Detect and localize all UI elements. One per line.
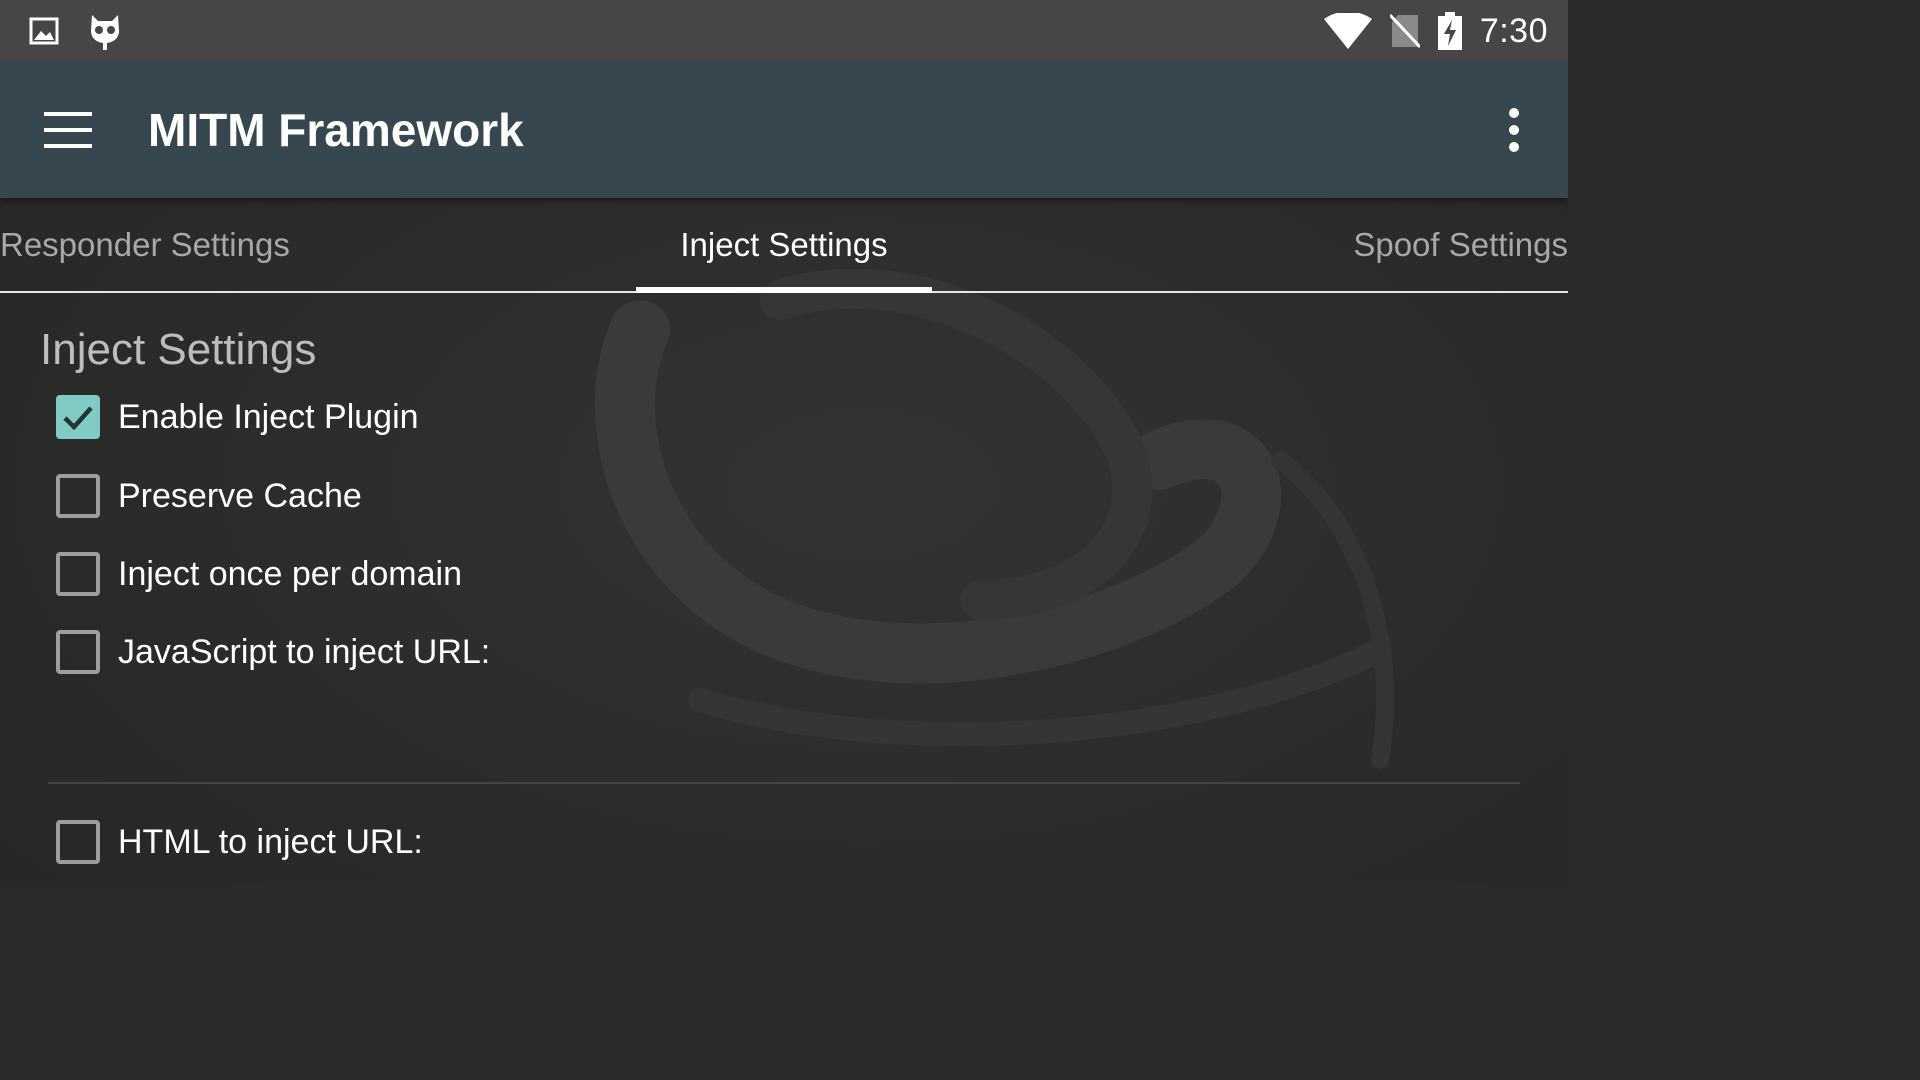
status-right: 7:30 bbox=[1306, 12, 1548, 51]
app-bar: MITM Framework bbox=[0, 62, 1568, 198]
cyanogen-mascot-icon bbox=[88, 11, 122, 51]
menu-bar bbox=[44, 128, 92, 132]
pref-label: Preserve Cache bbox=[118, 476, 362, 515]
pref-javascript-inject-url[interactable]: JavaScript to inject URL: bbox=[56, 630, 490, 674]
checkbox-unchecked[interactable] bbox=[56, 630, 100, 674]
overflow-dot bbox=[1509, 142, 1519, 152]
status-left bbox=[28, 11, 150, 51]
pref-label: Inject once per domain bbox=[118, 554, 462, 593]
pref-inject-once-per-domain[interactable]: Inject once per domain bbox=[56, 552, 462, 596]
checkbox-unchecked[interactable] bbox=[56, 474, 100, 518]
checkbox-unchecked[interactable] bbox=[56, 552, 100, 596]
pref-label: JavaScript to inject URL: bbox=[118, 632, 491, 671]
wifi-icon bbox=[1323, 13, 1372, 49]
pref-label: HTML to inject URL: bbox=[118, 822, 423, 861]
hamburger-menu-icon[interactable] bbox=[44, 112, 92, 148]
battery-charging-icon bbox=[1437, 12, 1462, 50]
tab-bar: Responder Settings Inject Settings Spoof… bbox=[0, 198, 1568, 293]
checkbox-checked[interactable] bbox=[56, 395, 100, 439]
menu-bar bbox=[44, 144, 92, 148]
app-title: MITM Framework bbox=[148, 104, 524, 156]
check-icon bbox=[63, 406, 93, 431]
pref-html-inject-url[interactable]: HTML to inject URL: bbox=[56, 820, 423, 864]
pref-label: Enable Inject Plugin bbox=[118, 397, 419, 436]
divider bbox=[48, 782, 1520, 784]
tab-inject-settings[interactable]: Inject Settings bbox=[636, 198, 932, 291]
tab-responder-settings[interactable]: Responder Settings bbox=[0, 198, 290, 291]
overflow-menu-icon[interactable] bbox=[1504, 108, 1524, 152]
tab-spoof-settings[interactable]: Spoof Settings bbox=[1353, 198, 1568, 291]
checkbox-unchecked[interactable] bbox=[56, 820, 100, 864]
tab-indicator bbox=[636, 287, 932, 293]
menu-bar bbox=[44, 112, 92, 116]
section-title: Inject Settings bbox=[40, 325, 317, 374]
status-bar: 7:30 bbox=[0, 0, 1568, 62]
overflow-dot bbox=[1509, 125, 1519, 135]
pref-enable-inject-plugin[interactable]: Enable Inject Plugin bbox=[56, 395, 419, 439]
no-sim-icon bbox=[1389, 13, 1420, 49]
pref-preserve-cache[interactable]: Preserve Cache bbox=[56, 474, 362, 518]
preferences-list: Inject Settings Enable Inject Plugin Pre… bbox=[0, 295, 1568, 882]
image-icon bbox=[28, 15, 60, 47]
status-time: 7:30 bbox=[1479, 11, 1548, 50]
screen: 7:30 MITM Framework Responder Settings I… bbox=[0, 0, 1568, 882]
overflow-dot bbox=[1509, 108, 1519, 118]
